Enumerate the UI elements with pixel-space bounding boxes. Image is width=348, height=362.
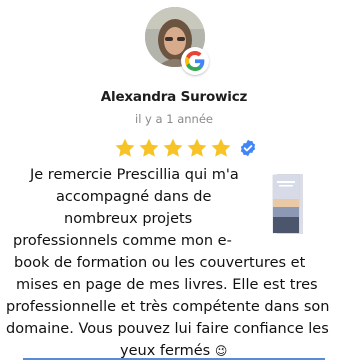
avatar[interactable] <box>145 7 209 75</box>
star-icon <box>187 138 207 157</box>
google-g-icon <box>181 47 209 75</box>
review-text-line: Je remercie Prescillia qui m'a <box>30 167 239 183</box>
verified-check-icon <box>240 139 256 157</box>
star-icon <box>115 138 135 157</box>
review-card: Alexandra Surowicz il y a 1 année Je rem… <box>0 0 348 361</box>
review-text-line: professionnels comme mon e- <box>13 233 232 249</box>
star-icon <box>139 138 159 157</box>
review-text-line: nombreux projets <box>64 211 193 227</box>
ebook-cover-image[interactable] <box>271 173 305 235</box>
star-rating <box>114 136 257 160</box>
review-text-line: professionnelle et très compétente dans … <box>6 299 330 315</box>
review-text-line: accompagné dans de <box>56 189 212 205</box>
review-text-line: book de formation ou les couvertures et <box>14 255 306 271</box>
review-text-line: domaine. Vous pouvez lui faire confiance… <box>6 321 329 337</box>
review-date: il y a 1 année <box>135 112 213 126</box>
wink-emoji-icon: 😉 <box>214 344 228 358</box>
star-icon <box>163 138 183 157</box>
review-text-end: yeux fermés <box>120 343 211 359</box>
review-text-line: mises en page de mes livres. Elle est tr… <box>16 277 318 293</box>
reviewer-name[interactable]: Alexandra Surowicz <box>0 89 348 105</box>
star-icon <box>211 138 231 157</box>
divider <box>23 358 325 360</box>
